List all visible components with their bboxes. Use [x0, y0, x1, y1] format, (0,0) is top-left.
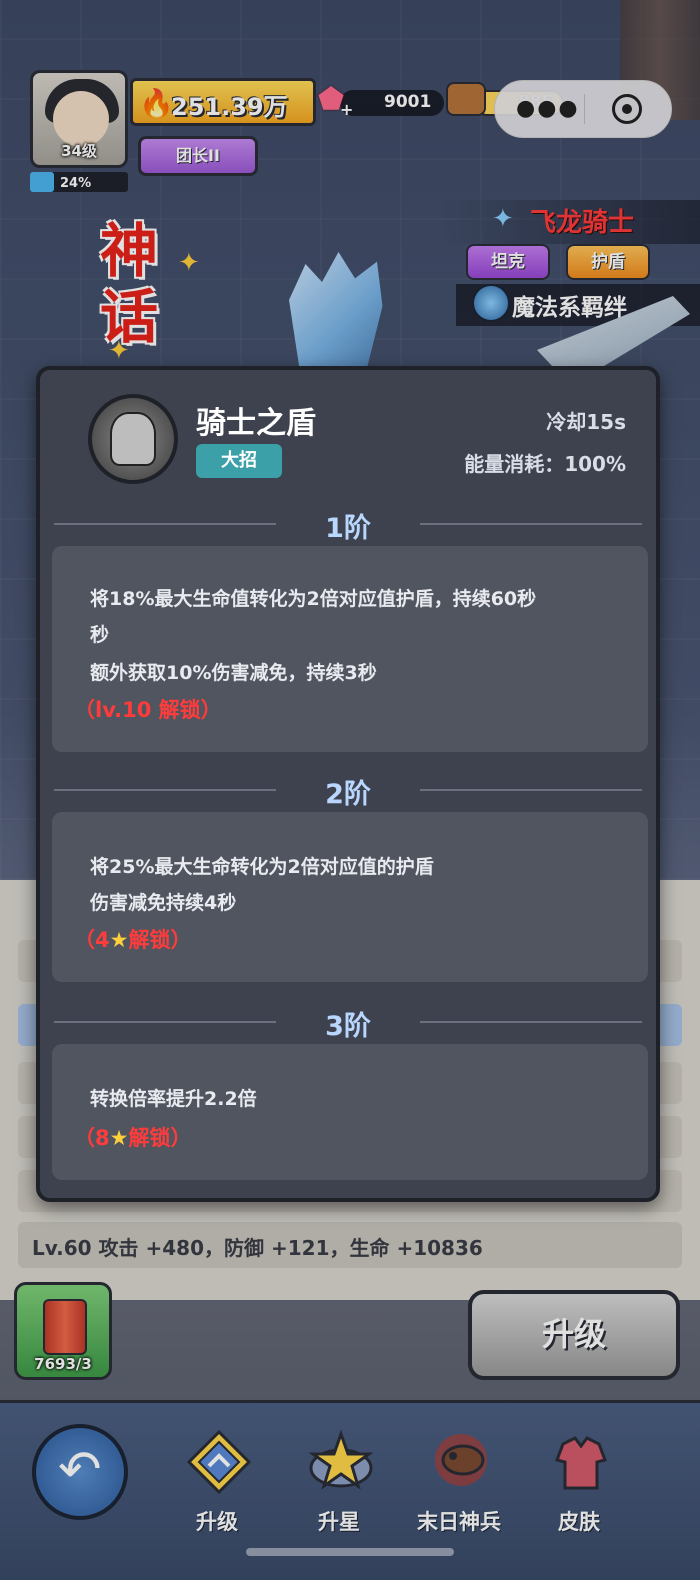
skill-cooldown: 冷却15s — [546, 410, 626, 434]
tier-title: 2阶 — [325, 779, 371, 810]
tier-unlock-requirement: （8★解锁） — [74, 1122, 191, 1152]
tier-divider — [420, 523, 642, 525]
star-icon: ★ — [109, 1126, 129, 1150]
tier-header: 2阶 — [40, 770, 656, 810]
skill-name: 骑士之盾 — [196, 406, 316, 441]
tier-divider — [420, 1021, 642, 1023]
star-icon: ★ — [109, 928, 129, 952]
tier-description-line: 将18%最大生命值转化为2倍对应值护盾，持续60秒 — [90, 588, 537, 610]
tier-divider — [420, 789, 642, 791]
tier-unlock-requirement: （4★解锁） — [74, 924, 191, 954]
tier-description-box: 将18%最大生命值转化为2倍对应值护盾，持续60秒 秒 额外获取10%伤害减免，… — [52, 546, 648, 752]
unlock-text: （4 — [74, 928, 110, 952]
tier-unlock-requirement: （lv.10 解锁） — [74, 694, 222, 724]
tier-description-line: 秒 — [90, 624, 110, 646]
tier-description-line: 额外获取10%伤害减免，持续3秒 — [90, 662, 377, 684]
tier-header: 1阶 — [40, 504, 656, 544]
tier-description-line: 转换倍率提升2.2倍 — [90, 1088, 257, 1110]
tier-title: 3阶 — [325, 1011, 371, 1042]
unlock-text: （8 — [74, 1126, 110, 1150]
knight-shield-icon — [110, 412, 156, 466]
tier-description-box: 转换倍率提升2.2倍 （8★解锁） — [52, 1044, 648, 1180]
tier-description-line: 将25%最大生命转化为2倍对应值的护盾 — [90, 856, 434, 878]
skill-type-badge: 大招 — [196, 444, 282, 478]
skill-detail-modal: 骑士之盾 大招 冷却15s 能量消耗：100% 1阶 将18%最大生命值转化为2… — [36, 366, 660, 1202]
tier-description-box: 将25%最大生命转化为2倍对应值的护盾 伤害减免持续4秒 （4★解锁） — [52, 812, 648, 982]
tier-description-line: 伤害减免持续4秒 — [90, 892, 237, 914]
tier-title: 1阶 — [325, 513, 371, 544]
skill-energy-cost: 能量消耗：100% — [464, 452, 626, 476]
unlock-text: （lv.10 解锁） — [74, 698, 222, 722]
unlock-text: 解锁） — [128, 1126, 192, 1150]
tier-header: 3阶 — [40, 1002, 656, 1042]
skill-icon — [88, 394, 178, 484]
unlock-text: 解锁） — [128, 928, 192, 952]
